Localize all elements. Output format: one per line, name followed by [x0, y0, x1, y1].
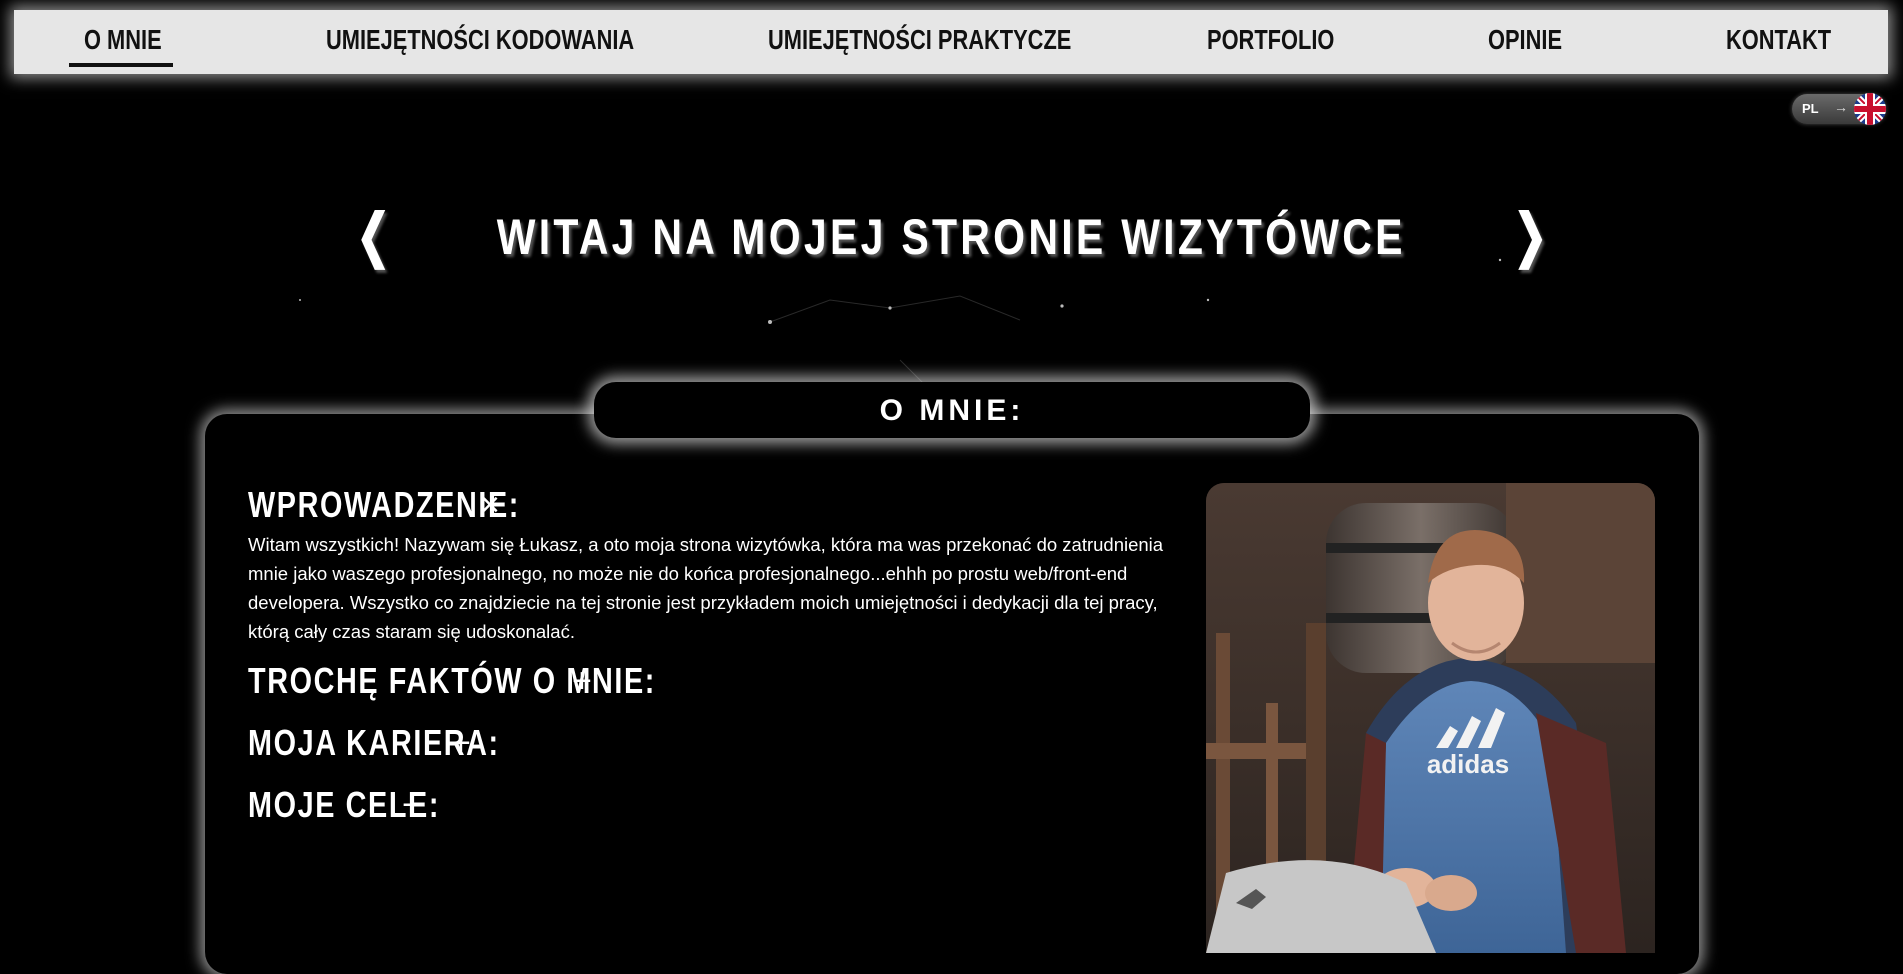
- profile-photo: adidas: [1206, 483, 1655, 953]
- nav-item-opinie[interactable]: OPINIE: [1488, 24, 1562, 64]
- nav-item-umiejetnosci-praktyczne[interactable]: UMIEJĘTNOŚCI PRAKTYCZE: [768, 24, 1071, 64]
- nav-item-o-mnie[interactable]: O MNIE: [84, 24, 162, 64]
- active-nav-underline: [69, 63, 173, 67]
- close-icon[interactable]: ×: [480, 488, 500, 522]
- chevron-left-icon: ❮: [355, 203, 390, 268]
- headline-text: WITAJ NA MOJEJ STRONIE WIZYTÓWCE: [496, 209, 1407, 265]
- about-card-title-box: O MNIE:: [594, 382, 1310, 438]
- nav-item-umiejetnosci-kodowania[interactable]: UMIEJĘTNOŚCI KODOWANIA: [326, 24, 634, 64]
- main-navigation: O MNIE UMIEJĘTNOŚCI KODOWANIA UMIEJĘTNOŚ…: [14, 10, 1888, 74]
- plus-icon[interactable]: +: [451, 726, 471, 760]
- shirt-brand-text: adidas: [1427, 749, 1509, 779]
- about-card-title: O MNIE:: [879, 394, 1025, 427]
- plus-icon[interactable]: +: [572, 664, 592, 698]
- welcome-headline: ❮ WITAJ NA MOJEJ STRONIE WIZYTÓWCE ❯: [0, 203, 1903, 268]
- plus-icon[interactable]: +: [402, 788, 422, 822]
- chevron-right-icon: ❯: [1513, 203, 1548, 268]
- uk-flag-icon: [1854, 93, 1886, 125]
- nav-item-kontakt[interactable]: KONTAKT: [1726, 24, 1831, 64]
- intro-paragraph: Witam wszystkich! Nazywam się Łukasz, a …: [248, 534, 1164, 642]
- language-switch[interactable]: PL →: [1792, 93, 1886, 125]
- section-heading-fakty[interactable]: TROCHĘ FAKTÓW O MNIE:: [248, 660, 656, 702]
- nav-item-portfolio[interactable]: PORTFOLIO: [1207, 24, 1334, 64]
- arrow-right-icon: →: [1834, 99, 1848, 115]
- current-language-label: PL: [1802, 101, 1819, 116]
